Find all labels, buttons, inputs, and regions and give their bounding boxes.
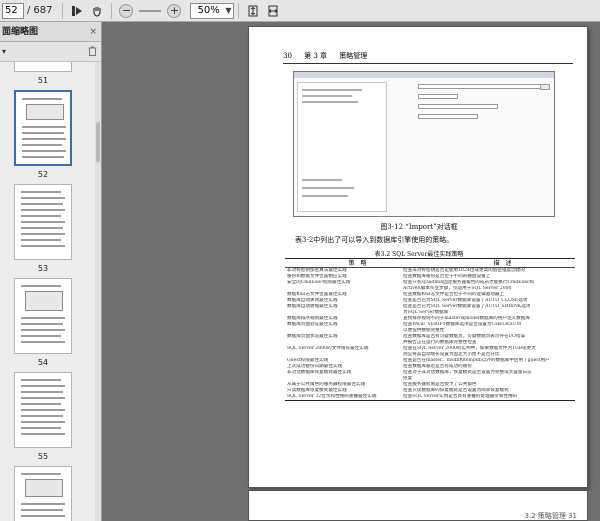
thumbnail-list[interactable]: 51 52 53 54 55: [0, 62, 101, 521]
next-document-page: 3.2 策略管理 31: [248, 490, 588, 521]
zoom-out-button[interactable]: −: [119, 3, 134, 18]
page-thumbnail[interactable]: [14, 278, 72, 354]
document-page: 30 第 3 章 策略管理 图3-12 “Import”对话框 表3-2中列出了…: [248, 26, 588, 488]
fit-page-icon[interactable]: [245, 3, 261, 19]
table-header-cell: 描 述: [493, 260, 512, 267]
toolbar: 52 / 687 − + 50% ▼: [0, 0, 600, 22]
page-header: 30 第 3 章 策略管理: [283, 51, 573, 64]
chevron-down-icon: ▼: [225, 5, 232, 15]
thumbnail-label: 55: [37, 452, 49, 461]
sidebar-scrollbar[interactable]: [95, 62, 101, 521]
sidebar-title: 面缩略图: [2, 27, 39, 37]
thumbnail-label: 54: [37, 358, 49, 367]
options-menu-icon[interactable]: ▾: [2, 47, 6, 56]
hand-tool-icon[interactable]: [89, 3, 105, 19]
total-pages: 687: [33, 5, 53, 16]
thumbnail-label: 51: [37, 76, 49, 85]
next-page-footer: 3.2 策略管理 31: [524, 512, 578, 520]
page-separator: /: [27, 5, 31, 16]
page-header-chapter: 第 3 章: [304, 52, 328, 60]
page-number-input[interactable]: 52: [2, 2, 24, 19]
minus-icon: −: [121, 3, 132, 17]
body-paragraph: 表3-2中列出了可以导入到数据库引擎使用的策略。: [295, 236, 454, 244]
pdf-reader-window: 52 / 687 − + 50% ▼ 面缩略图 × ▾ 51 52 53 54 …: [0, 0, 600, 521]
page-header-title: 策略管理: [339, 52, 368, 60]
toolbar-divider: [111, 2, 113, 19]
page-thumbnail[interactable]: [14, 466, 72, 521]
policy-description-cell: 检查SQL Server实例是否具有重叠的处理器亲和性掩码: [403, 394, 518, 399]
figure-form: [392, 82, 550, 126]
figure-left-pane: [297, 82, 387, 212]
thumbnail-sidebar: 面缩略图 × ▾ 51 52 53 54 55: [0, 22, 102, 521]
policy-name-cell: SQL Server 32位亲和性掩码重叠最佳实践: [287, 394, 377, 399]
table-body: 非对称密钥加密算法最佳实践 检查非对称密钥是否是使用1024位或更高的加密强度创建…: [285, 268, 575, 400]
scrollbar-thumb[interactable]: [96, 122, 100, 162]
policy-table: 策 略 描 述 非对称密钥加密算法最佳实践 检查非对称密钥是否是使用1024位或更…: [285, 258, 575, 401]
page-thumbnail[interactable]: [14, 184, 72, 260]
plus-icon: +: [169, 3, 180, 17]
table-header: 策 略 描 述: [285, 259, 575, 268]
page-thumbnail[interactable]: [14, 372, 72, 448]
toolbar-divider: [238, 2, 240, 19]
zoom-in-button[interactable]: +: [167, 3, 182, 18]
fit-width-icon[interactable]: [265, 3, 281, 19]
select-text-tool-icon[interactable]: [69, 3, 85, 19]
figure-caption: 图3-12 “Import”对话框: [380, 223, 458, 231]
zoom-slider[interactable]: [139, 4, 162, 18]
page-thumbnail-current[interactable]: [14, 90, 72, 166]
toolbar-divider: [62, 2, 64, 19]
figure-screenshot: [293, 71, 555, 217]
delete-icon[interactable]: [88, 46, 97, 58]
zoom-slider-track: [139, 9, 162, 12]
sidebar-toolbar: ▾: [0, 42, 101, 62]
table-header-cell: 策 略: [348, 260, 367, 267]
figure-titlebar: [294, 72, 554, 78]
zoom-level-value: 50%: [197, 4, 220, 16]
thumbnail-label: 52: [37, 170, 49, 179]
page-header-number: 30: [283, 52, 292, 60]
close-icon[interactable]: ×: [89, 22, 101, 41]
zoom-level-select[interactable]: 50% ▼: [190, 2, 235, 19]
table-caption: 表3.2 SQL Server最佳实践策略: [374, 251, 464, 258]
thumbnail-label: 53: [37, 264, 49, 273]
sidebar-header: 面缩略图 ×: [0, 22, 101, 42]
page-thumbnail[interactable]: [14, 62, 72, 72]
table-row: SQL Server 32位亲和性掩码重叠最佳实践 检查SQL Server实例是…: [285, 394, 575, 400]
